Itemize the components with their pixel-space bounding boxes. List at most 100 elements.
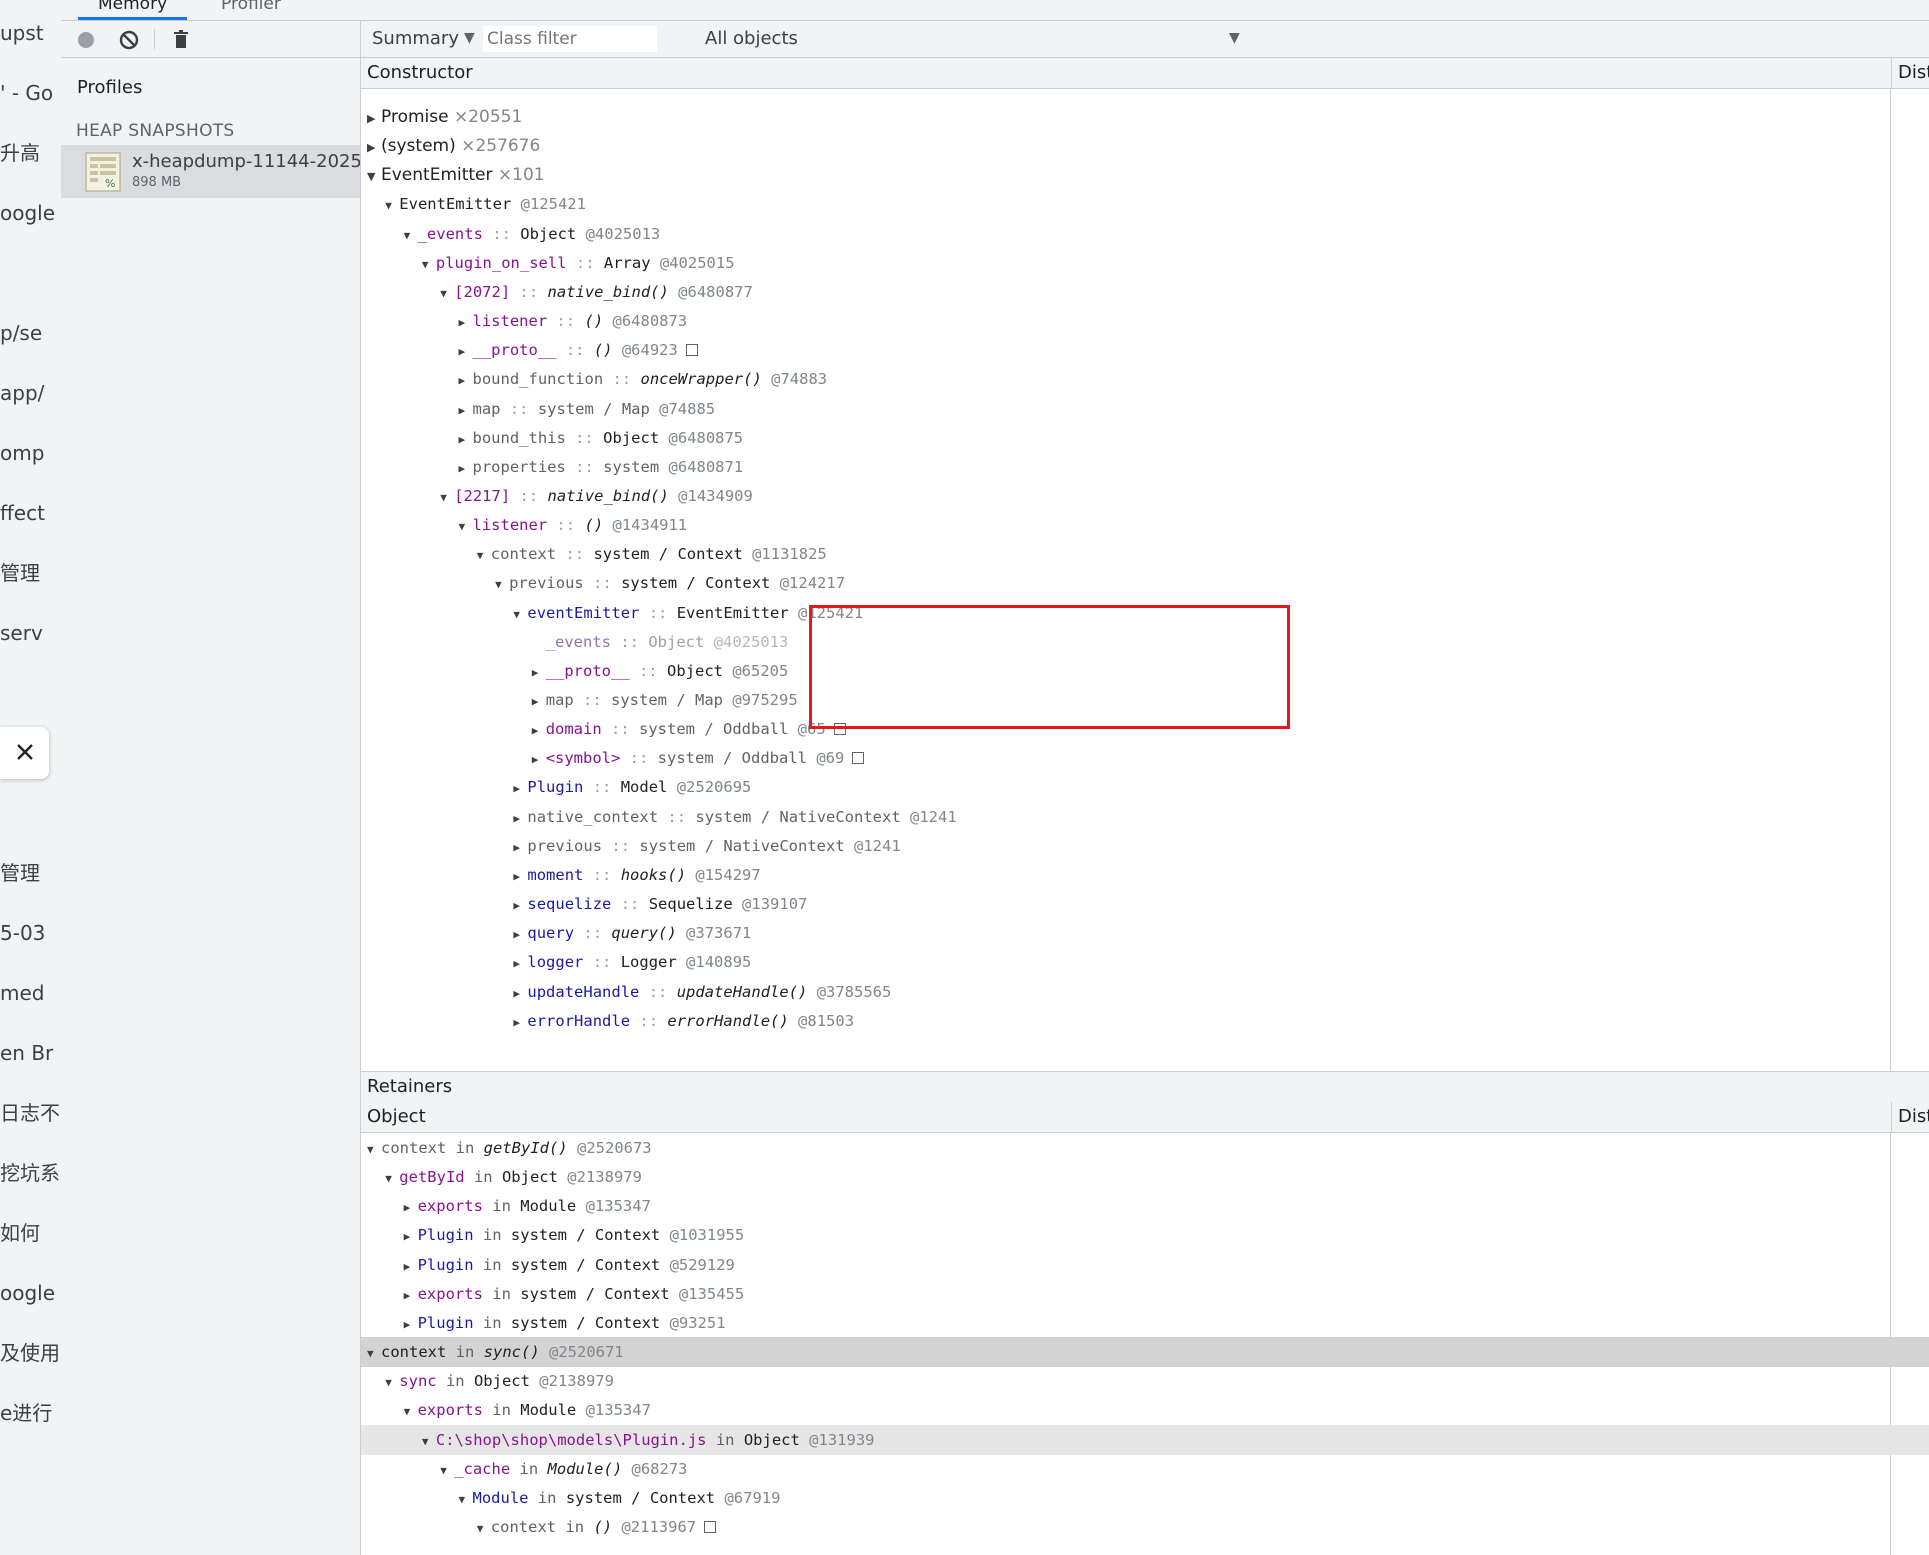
class-filter-input[interactable] [483, 26, 657, 52]
tree-row[interactable]: ▼ C:\shop\shop\models\Plugin.js in Object… [361, 1424, 1929, 1457]
expand-right-icon[interactable]: ▶ [513, 949, 527, 979]
strip-item[interactable]: 5-03 [0, 913, 61, 953]
expand-down-icon[interactable]: ▼ [404, 1397, 418, 1427]
view-select[interactable]: Summary [372, 28, 459, 49]
strip-item[interactable]: omp [0, 433, 61, 473]
expand-down-icon[interactable]: ▼ [440, 483, 454, 513]
tree-row[interactable]: ▶ exports in Module @135347 [361, 1191, 1929, 1221]
distance-header-label[interactable]: Dist [1891, 58, 1929, 88]
tab-memory[interactable]: Memory [78, 0, 188, 20]
view-dropdown-arrow-icon[interactable]: ▼ [464, 30, 475, 46]
strip-item[interactable]: 挖坑系 [0, 1153, 61, 1193]
object-column-header[interactable]: Object Dist [361, 1102, 1929, 1133]
tree-row[interactable]: ▼ Module in system / Context @67919 [361, 1483, 1929, 1513]
tree-row[interactable]: ▼ sync in Object @2138979 [361, 1366, 1914, 1396]
tree-row[interactable]: ▼ _cache in Module() @68273 [361, 1454, 1929, 1484]
tab-profiler[interactable]: Profiler [201, 0, 301, 20]
strip-item[interactable]: en Br [0, 1033, 61, 1073]
tree-row[interactable]: ▼ context in sync() @2520671 [361, 1337, 1929, 1369]
strip-item[interactable]: 管理 [0, 553, 61, 593]
expand-right-icon[interactable]: ▶ [404, 1222, 418, 1252]
expand-right-icon[interactable]: ▶ [404, 1252, 418, 1282]
expand-down-icon[interactable]: ▼ [477, 1514, 491, 1544]
expand-down-icon[interactable]: ▼ [459, 512, 473, 542]
tree-row[interactable]: ▶ Plugin in system / Context @1031955 [361, 1220, 1929, 1250]
trash-icon[interactable] [168, 27, 194, 53]
tree-row[interactable]: ▼ [2217] :: native_bind() @1434909 [361, 481, 1929, 511]
strip-item[interactable]: oogle [0, 1273, 61, 1313]
tree-row[interactable]: ▶ properties :: system @6480871 [361, 452, 1929, 482]
heap-snapshot-item[interactable]: % x-heapdump-11144-20250303 898 MB [61, 145, 360, 198]
tree-row[interactable]: ▶ logger :: Logger @140895 [361, 947, 1929, 977]
tree-row[interactable]: ▶ query :: query() @373671 [361, 918, 1929, 948]
tree-row[interactable]: ▼ context in getById() @2520673 [361, 1133, 1896, 1163]
expand-down-icon[interactable]: ▼ [367, 1339, 381, 1369]
strip-item[interactable]: ffect [0, 493, 61, 533]
expand-right-icon[interactable]: ▶ [532, 716, 546, 746]
tree-row[interactable]: ▼ getById in Object @2138979 [361, 1162, 1914, 1192]
strip-item[interactable]: 升高 [0, 133, 61, 173]
tree-row[interactable]: ▶ previous :: system / NativeContext @124… [361, 831, 1929, 861]
scope-dropdown-arrow-icon[interactable]: ▼ [1229, 30, 1240, 46]
expand-down-icon[interactable]: ▼ [385, 1164, 399, 1194]
strip-item[interactable]: serv [0, 613, 61, 653]
constructor-row[interactable]: ▼ EventEmitter ×101 [361, 160, 1896, 190]
expand-down-icon[interactable]: ▼ [385, 191, 399, 221]
strip-item[interactable]: e进行 [0, 1393, 61, 1433]
strip-item[interactable]: app/ [0, 373, 61, 413]
retainers-distance-header-label[interactable]: Dist [1891, 1102, 1929, 1132]
expand-right-icon[interactable]: ▶ [459, 366, 473, 396]
expand-down-icon[interactable]: ▼ [495, 570, 509, 600]
expand-right-icon[interactable]: ▶ [532, 745, 546, 775]
tree-row[interactable]: ▼ listener :: () @1434911 [361, 510, 1929, 540]
reveal-icon[interactable] [685, 344, 698, 357]
expand-right-icon[interactable]: ▶ [459, 396, 473, 426]
strip-item[interactable]: med [0, 973, 61, 1013]
tree-row[interactable]: ▼ plugin_on_sell :: Array @4025015 [361, 248, 1929, 278]
expand-right-icon[interactable]: ▶ [513, 833, 527, 863]
expand-down-icon[interactable]: ▼ [459, 1485, 473, 1515]
expand-down-icon[interactable]: ▼ [513, 600, 527, 630]
expand-right-icon[interactable]: ▶ [513, 979, 527, 1009]
tree-row[interactable]: ▼ exports in Module @135347 [361, 1395, 1929, 1425]
tree-row[interactable]: ▼ previous :: system / Context @124217 [361, 568, 1929, 598]
tree-row[interactable]: ▼ _events :: Object @4025013 [361, 219, 1929, 249]
expand-down-icon[interactable]: ▼ [422, 1427, 436, 1457]
tree-row[interactable]: ▼ EventEmitter @125421 [361, 189, 1914, 219]
tree-row[interactable]: ▼ [2072] :: native_bind() @6480877 [361, 277, 1929, 307]
close-icon[interactable] [12, 739, 38, 765]
tree-row[interactable]: ▶ <symbol> :: system / Oddball @69 [361, 743, 1929, 773]
tree-row[interactable]: ▶ updateHandle :: updateHandle() @3785565 [361, 977, 1929, 1007]
expand-right-icon[interactable]: ▶ [367, 104, 381, 134]
expand-right-icon[interactable]: ▶ [513, 774, 527, 804]
tree-row[interactable]: ▶ bound_function :: onceWrapper() @74883 [361, 364, 1929, 394]
expand-right-icon[interactable]: ▶ [404, 1193, 418, 1223]
tree-row[interactable]: ▶ bound_this :: Object @6480875 [361, 423, 1929, 453]
constructor-column-header[interactable]: Constructor Dist [361, 58, 1929, 89]
expand-right-icon[interactable]: ▶ [513, 1008, 527, 1038]
expand-right-icon[interactable]: ▶ [532, 658, 546, 688]
expand-down-icon[interactable]: ▼ [422, 250, 436, 280]
tree-row[interactable]: ▶ map :: system / Map @74885 [361, 394, 1929, 424]
constructor-row[interactable]: ▶ (system) ×257676 [361, 131, 1896, 161]
expand-right-icon[interactable]: ▶ [459, 425, 473, 455]
record-icon[interactable] [73, 27, 99, 53]
strip-item[interactable]: 管理 [0, 853, 61, 893]
tree-row[interactable]: ▼ context :: system / Context @1131825 [361, 539, 1929, 569]
strip-item[interactable]: 日志不 [0, 1093, 61, 1133]
tree-row[interactable]: ▶ native_context :: system / NativeContex… [361, 802, 1929, 832]
expand-right-icon[interactable]: ▶ [404, 1310, 418, 1340]
tree-row[interactable]: ▶ moment :: hooks() @154297 [361, 860, 1929, 890]
retainers-header[interactable]: Retainers [361, 1071, 1929, 1103]
expand-down-icon[interactable]: ▼ [440, 1456, 454, 1486]
expand-right-icon[interactable]: ▶ [459, 454, 473, 484]
strip-item[interactable]: upst [0, 13, 61, 53]
strip-item[interactable]: ' - Go [0, 73, 61, 113]
strip-item[interactable]: oogle [0, 193, 61, 233]
expand-right-icon[interactable]: ▶ [404, 1281, 418, 1311]
expand-right-icon[interactable]: ▶ [513, 920, 527, 950]
expand-right-icon[interactable]: ▶ [459, 337, 473, 367]
expand-down-icon[interactable]: ▼ [404, 221, 418, 251]
expand-right-icon[interactable]: ▶ [459, 308, 473, 338]
notification-popup[interactable] [0, 727, 49, 779]
